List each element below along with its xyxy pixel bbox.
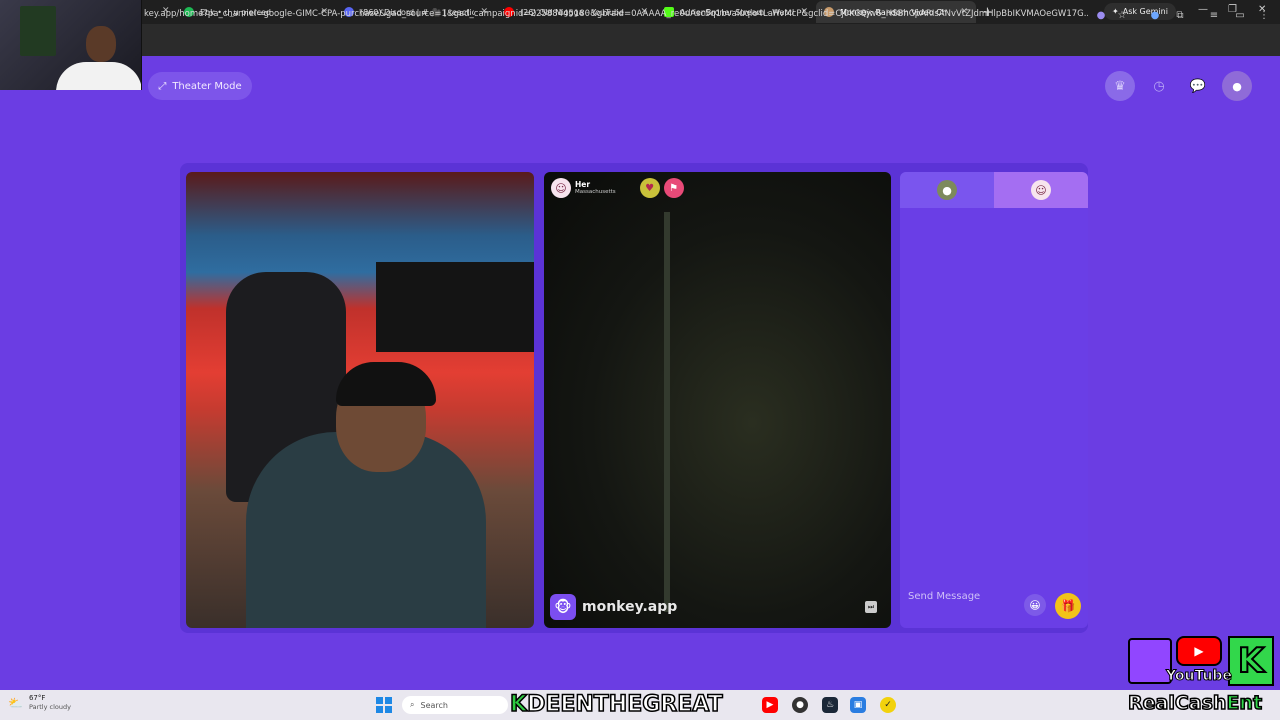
weather-text: 67°F Partly cloudy <box>29 694 71 712</box>
ask-gemini-button[interactable]: ✦ Ask Gemini <box>1104 3 1176 20</box>
ring-banner <box>376 262 534 352</box>
remote-video <box>544 172 891 628</box>
address-bar <box>0 24 1280 56</box>
steam-taskbar-icon[interactable]: ♨ <box>822 697 838 713</box>
taskbar-search[interactable]: ⌕ Search <box>402 696 508 714</box>
gift-icon[interactable]: 🎁 <box>1055 593 1081 619</box>
windows-start-icon[interactable] <box>376 697 392 713</box>
temperature: 67°F <box>28 694 46 702</box>
streamer-name-overlay: K DEENTHEGREAT <box>509 690 723 718</box>
star-icon[interactable]: ☆ <box>1116 10 1128 22</box>
monkey-logo-icon: 🐵 <box>550 594 576 620</box>
heart-badge-icon[interactable]: ♥ <box>639 178 660 198</box>
local-video <box>186 172 534 628</box>
send-message-input[interactable]: Send Message <box>908 591 980 602</box>
streamer-name-k: K <box>509 691 528 718</box>
streamer-webcam <box>0 0 142 90</box>
chat-panel: ● ☺ <box>900 172 1088 628</box>
peer-info: ☺ Her Massachusetts ♥ ⚑ <box>551 178 684 198</box>
streamer-name-rest: DEENTHEGREAT <box>526 691 723 718</box>
skip-icon[interactable]: ⏭ <box>865 601 877 613</box>
menu-icon[interactable]: ⋮ <box>1258 10 1270 22</box>
peer-text: Her Massachusetts <box>575 180 616 196</box>
expand-icon: ⤢ <box>158 80 167 92</box>
crown-icon[interactable]: ♛ <box>1105 71 1135 101</box>
streamer-body <box>56 62 141 90</box>
theater-mode-label: Theater Mode <box>172 80 242 92</box>
photos-taskbar-icon[interactable]: ▣ <box>850 697 866 713</box>
theater-mode-button[interactable]: ⤢ Theater Mode <box>148 72 252 100</box>
profile-icon[interactable]: ● <box>1149 10 1161 22</box>
extension-icon[interactable]: ● <box>1095 10 1107 22</box>
person-cap <box>336 362 436 406</box>
weather-condition: Partly cloudy <box>28 703 71 711</box>
obs-taskbar-icon[interactable]: ● <box>792 697 808 713</box>
weather-widget[interactable]: ⛅ 67°F Partly cloudy <box>8 694 71 712</box>
search-label: Search <box>420 700 448 710</box>
search-icon: ⌕ <box>410 700 415 709</box>
chat-bubble-icon[interactable]: 💬 <box>1183 71 1213 101</box>
wall-poster <box>20 6 56 56</box>
peer-name: Her <box>575 180 591 189</box>
rce-main: RealCash <box>1127 691 1227 715</box>
rce-tail: Ent <box>1226 691 1263 715</box>
emoji-icon[interactable]: 😀 <box>1024 594 1046 616</box>
youtube-wordmark: YouTube <box>1166 668 1233 685</box>
history-icon[interactable]: ◷ <box>1144 71 1174 101</box>
ask-gemini-label: Ask Gemini <box>1122 7 1168 16</box>
brand-name: monkey.app <box>582 599 678 615</box>
sidebar-icon[interactable]: ▭ <box>1234 10 1246 22</box>
monkey-brand: 🐵 monkey.app <box>550 594 677 620</box>
report-badge-icon[interactable]: ⚑ <box>663 178 684 198</box>
partly-cloudy-icon: ⛅ <box>8 696 23 710</box>
realcashent-wordmark: RealCashEnt <box>1127 691 1263 715</box>
youtube-logo-icon: ▶ <box>1176 636 1222 666</box>
user-avatar[interactable]: ● <box>1222 71 1252 101</box>
dark-doorway <box>664 212 884 612</box>
minimize-icon[interactable]: — <box>1198 4 1208 15</box>
self-avatar: ● <box>937 180 957 200</box>
tab-search-icon[interactable]: ≡ <box>1208 10 1220 22</box>
chat-tab-peer[interactable]: ☺ <box>994 172 1088 208</box>
peer-avatar[interactable]: ☺ <box>551 178 571 198</box>
peer-avatar-small: ☺ <box>1031 180 1051 200</box>
streamer-head <box>86 26 116 62</box>
chat-tab-self[interactable]: ● <box>900 172 994 208</box>
url-field[interactable]: key.app/home?pa_channel=google-GIMC-CPA-… <box>144 9 1088 19</box>
kick-logo-icon: K <box>1228 636 1274 686</box>
peer-location: Massachusetts <box>575 189 616 195</box>
youtube-taskbar-icon[interactable]: ▶ <box>762 697 778 713</box>
norton-taskbar-icon[interactable]: ✓ <box>880 697 896 713</box>
extensions-puzzle-icon[interactable]: ⧉ <box>1174 10 1186 22</box>
social-logos-overlay: ▶ K YouTube RealCashEnt <box>1127 636 1276 718</box>
